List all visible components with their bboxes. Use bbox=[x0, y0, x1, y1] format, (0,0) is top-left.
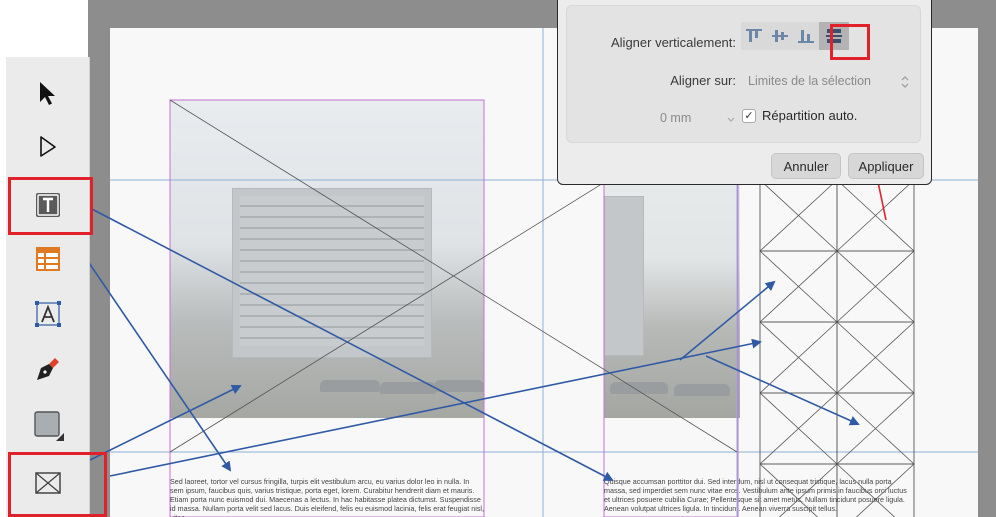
chevron-down-icon bbox=[727, 117, 735, 122]
move-tool-button[interactable] bbox=[6, 67, 90, 119]
arrow-pointer-icon bbox=[40, 82, 55, 105]
apply-button[interactable]: Appliquer bbox=[848, 153, 924, 179]
rectangle-tool-button[interactable] bbox=[6, 399, 90, 451]
align-top-button[interactable] bbox=[741, 22, 767, 50]
text-frame-left[interactable]: Sed laoreet, tortor vel cursus fringilla… bbox=[170, 477, 484, 517]
cancel-button[interactable]: Annuler bbox=[771, 153, 841, 179]
align-middle-button[interactable] bbox=[767, 22, 793, 50]
align-to-label: Aligner sur: bbox=[670, 73, 736, 88]
car-shape bbox=[610, 382, 668, 394]
text-frame-right[interactable]: Quisque accumsan porttitor dui. Sed inte… bbox=[604, 477, 914, 517]
auto-distribute-label: Répartition auto. bbox=[762, 108, 858, 123]
artistic-text-tool-button[interactable] bbox=[6, 288, 90, 340]
align-top-icon bbox=[746, 29, 762, 42]
car-shape bbox=[674, 384, 730, 396]
artistic-text-icon bbox=[35, 301, 61, 327]
highlight-picture-frame-tool bbox=[8, 452, 107, 517]
building-photo-left bbox=[170, 100, 484, 418]
align-bottom-button[interactable] bbox=[793, 22, 819, 50]
highlight-space-vertically-button bbox=[830, 24, 870, 60]
auto-distribute-checkbox[interactable]: ✓ bbox=[742, 109, 756, 123]
table-tool-button[interactable] bbox=[6, 233, 90, 285]
rectangle-icon bbox=[34, 411, 64, 441]
car-shape bbox=[320, 380, 380, 392]
car-shape bbox=[380, 382, 436, 394]
building-windows bbox=[240, 196, 424, 346]
table-icon bbox=[36, 247, 60, 271]
car-shape bbox=[434, 380, 484, 392]
node-tool-button[interactable] bbox=[6, 121, 90, 173]
building-shape bbox=[604, 196, 644, 356]
hollow-pointer-icon bbox=[40, 136, 56, 157]
pen-nib-icon bbox=[37, 358, 59, 380]
align-bottom-icon bbox=[798, 30, 814, 43]
select-stepper-icon bbox=[901, 76, 909, 88]
align-to-select[interactable]: Limites de la sélection bbox=[748, 74, 898, 88]
align-dialog: Aligner verticalement: Aligner sur: Limi… bbox=[557, 0, 932, 185]
align-middle-icon bbox=[772, 30, 788, 42]
pen-tool-button[interactable] bbox=[6, 343, 90, 395]
tools-panel bbox=[6, 57, 90, 517]
highlight-frame-text-tool bbox=[8, 177, 93, 235]
align-vertical-label: Aligner verticalement: bbox=[611, 35, 736, 50]
spacing-field[interactable]: 0 mm bbox=[660, 111, 720, 125]
